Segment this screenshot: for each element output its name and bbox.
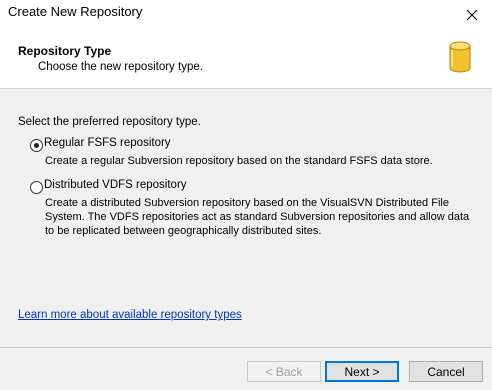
radio-button[interactable]	[30, 181, 43, 194]
vdfs-description: Create a distributed Subversion reposito…	[45, 197, 470, 237]
window-title: Create New Repository	[8, 4, 143, 19]
title-bar: Create New Repository	[0, 0, 492, 30]
wizard-header: Repository Type Choose the new repositor…	[0, 30, 492, 89]
fsfs-label[interactable]: Regular FSFS repository	[44, 137, 171, 149]
footer-divider	[0, 347, 492, 348]
back-button[interactable]: < Back	[247, 361, 321, 382]
learn-more-link[interactable]: Learn more about available repository ty…	[18, 309, 242, 321]
close-button[interactable]	[452, 0, 492, 30]
page-title: Repository Type	[18, 44, 112, 58]
instruction-text: Select the preferred repository type.	[18, 116, 201, 128]
page-subtitle: Choose the new repository type.	[38, 61, 203, 73]
cancel-button[interactable]: Cancel	[409, 361, 483, 382]
next-button[interactable]: Next >	[325, 361, 399, 382]
close-icon	[466, 9, 478, 21]
database-icon	[449, 41, 471, 73]
radio-button-selected[interactable]	[30, 139, 43, 152]
vdfs-label[interactable]: Distributed VDFS repository	[44, 179, 187, 191]
fsfs-description: Create a regular Subversion repository b…	[45, 155, 433, 167]
